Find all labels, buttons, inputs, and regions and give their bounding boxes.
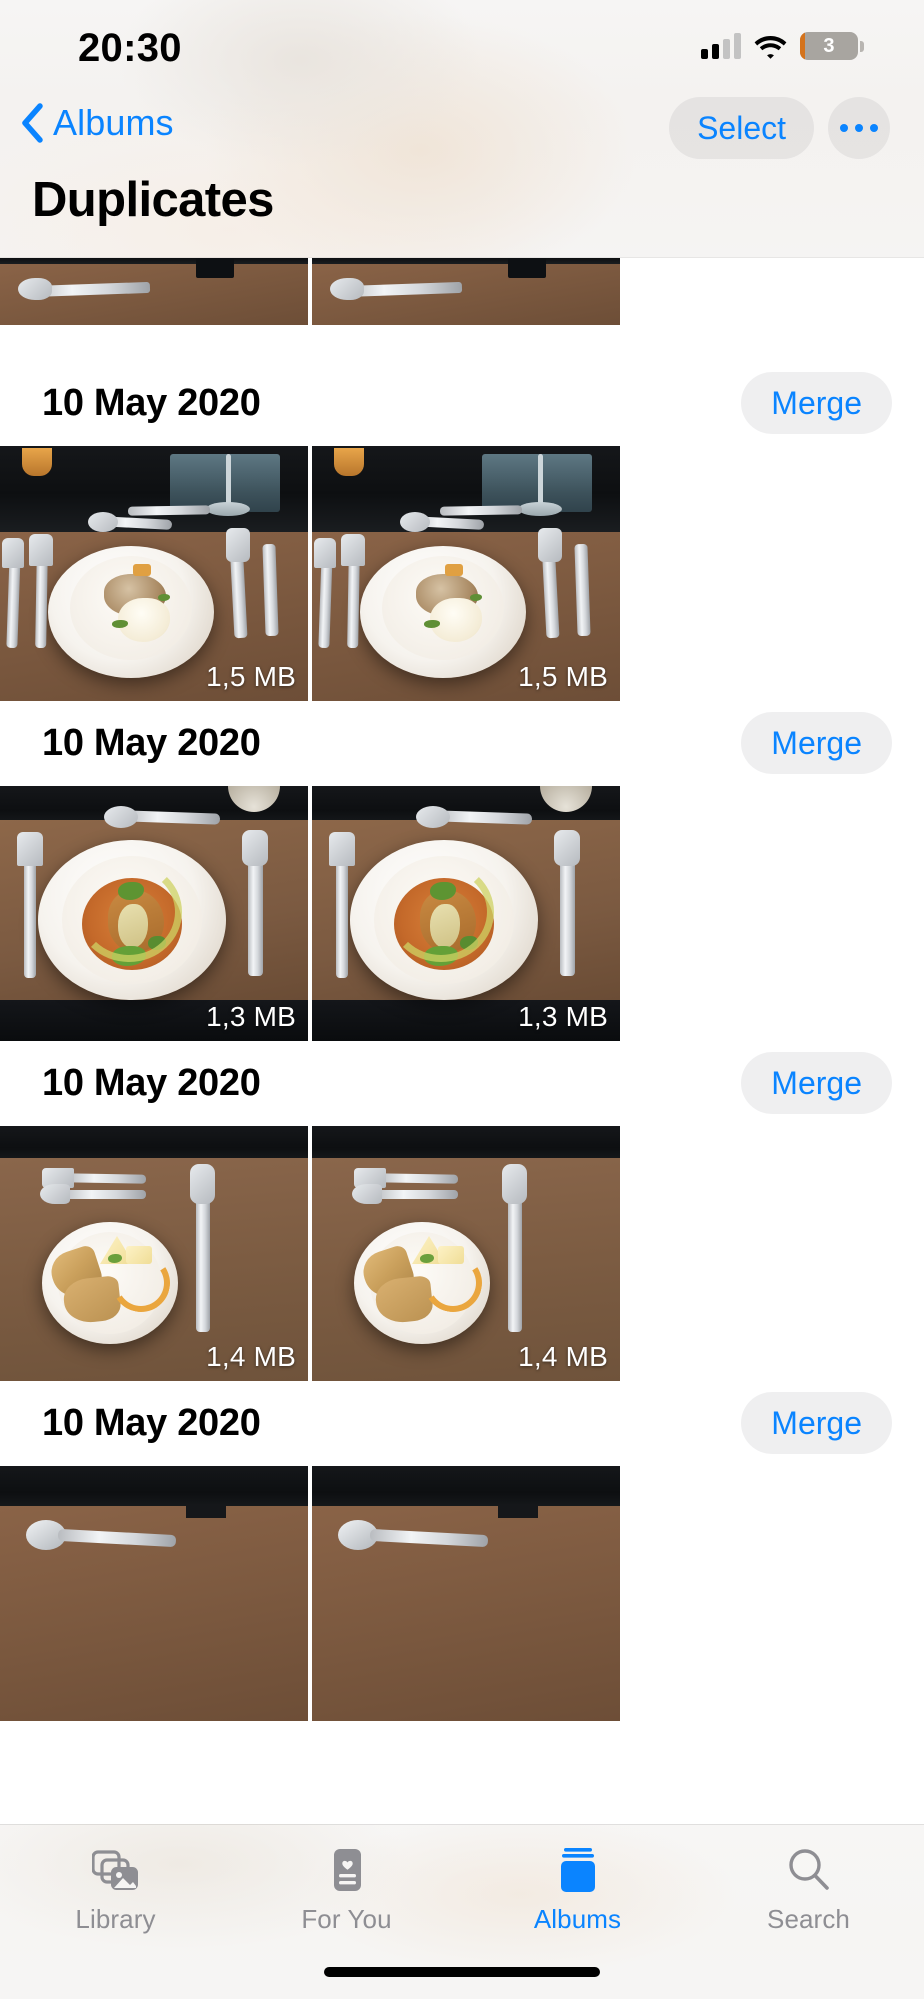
merge-button[interactable]: Merge [741,372,892,434]
partial-photo-row-top[interactable] [0,250,924,325]
duplicate-group-header: 10 May 2020 Merge [0,360,924,446]
header-divider [0,257,924,258]
tab-label: For You [301,1904,392,1934]
magnifier-icon [786,1846,832,1894]
ellipsis-icon [840,124,878,132]
tab-bar: Library For You Albums Search [0,1824,924,1999]
merge-button[interactable]: Merge [741,1392,892,1454]
photo-size-label: 1,4 MB [518,1341,608,1372]
group-date-label: 10 May 2020 [42,721,261,764]
photo-size-label: 1,5 MB [206,661,296,692]
select-button[interactable]: Select [669,97,814,159]
duplicate-photo-pair[interactable]: 1,4 MB 1,4 MB [0,1126,924,1381]
photo-thumbnail[interactable] [0,1466,308,1721]
albums-book-icon [557,1846,599,1894]
tab-search[interactable]: Search [693,1824,924,1952]
photo-size-label: 1,5 MB [518,661,608,692]
photos-duplicates-screen: 10 May 2020 Merge 1,5 MB 1,5 MB 10 May 2… [0,0,924,1999]
group-date-label: 10 May 2020 [42,381,261,424]
photo-thumbnail[interactable]: 1,5 MB [0,446,308,701]
page-title: Duplicates [32,173,274,227]
photo-thumbnail[interactable]: 1,3 MB [0,786,308,1041]
battery-level-label: 3 [823,34,835,57]
battery-low-icon: 3 [800,32,864,60]
nav-bar: Albums Select [0,96,924,168]
photo-thumbnail[interactable] [312,1466,620,1721]
group-date-label: 10 May 2020 [42,1401,261,1444]
status-bar: 20:30 3 [0,0,924,86]
group-date-label: 10 May 2020 [42,1061,261,1104]
duplicate-photo-pair[interactable] [0,1466,924,1721]
home-indicator[interactable] [324,1967,600,1977]
photo-thumbnail[interactable]: 1,4 MB [0,1126,308,1381]
heart-card-icon [325,1846,369,1894]
duplicate-photo-pair[interactable]: 1,5 MB 1,5 MB [0,446,924,701]
photo-size-label: 1,4 MB [206,1341,296,1372]
back-button[interactable]: Albums [20,102,174,144]
tab-bar-divider [0,1824,924,1825]
cellular-bars-icon [701,33,741,59]
photo-size-label: 1,3 MB [518,1001,608,1032]
photo-thumbnail[interactable]: 1,4 MB [312,1126,620,1381]
duplicate-photo-pair[interactable]: 1,3 MB 1,3 MB [0,786,924,1041]
tab-albums[interactable]: Albums [462,1824,693,1952]
duplicate-group-header: 10 May 2020 Merge [0,1380,924,1466]
merge-button[interactable]: Merge [741,1052,892,1114]
photo-stack-icon [91,1846,140,1894]
photo-size-label: 1,3 MB [206,1001,296,1032]
wifi-icon [754,34,787,59]
tab-label: Albums [533,1904,622,1934]
back-button-label: Albums [53,102,174,143]
photo-thumbnail[interactable]: 1,3 MB [312,786,620,1041]
tab-for-you[interactable]: For You [231,1824,462,1952]
duplicate-group-header: 10 May 2020 Merge [0,1040,924,1126]
merge-button[interactable]: Merge [741,712,892,774]
chevron-left-icon [20,103,44,143]
duplicates-scroll-content[interactable]: 10 May 2020 Merge 1,5 MB 1,5 MB 10 May 2… [0,0,924,1999]
status-bar-clock: 20:30 [78,26,182,70]
tab-library[interactable]: Library [0,1824,231,1952]
duplicate-group-header: 10 May 2020 Merge [0,700,924,786]
tab-label: Library [75,1904,156,1934]
photo-thumbnail[interactable]: 1,5 MB [312,446,620,701]
more-options-button[interactable] [828,97,890,159]
photo-thumbnail[interactable] [0,250,308,325]
photo-thumbnail[interactable] [312,250,620,325]
tab-label: Search [767,1904,850,1934]
navigation-header: 20:30 3 Albums Select Duplicates [0,0,924,258]
